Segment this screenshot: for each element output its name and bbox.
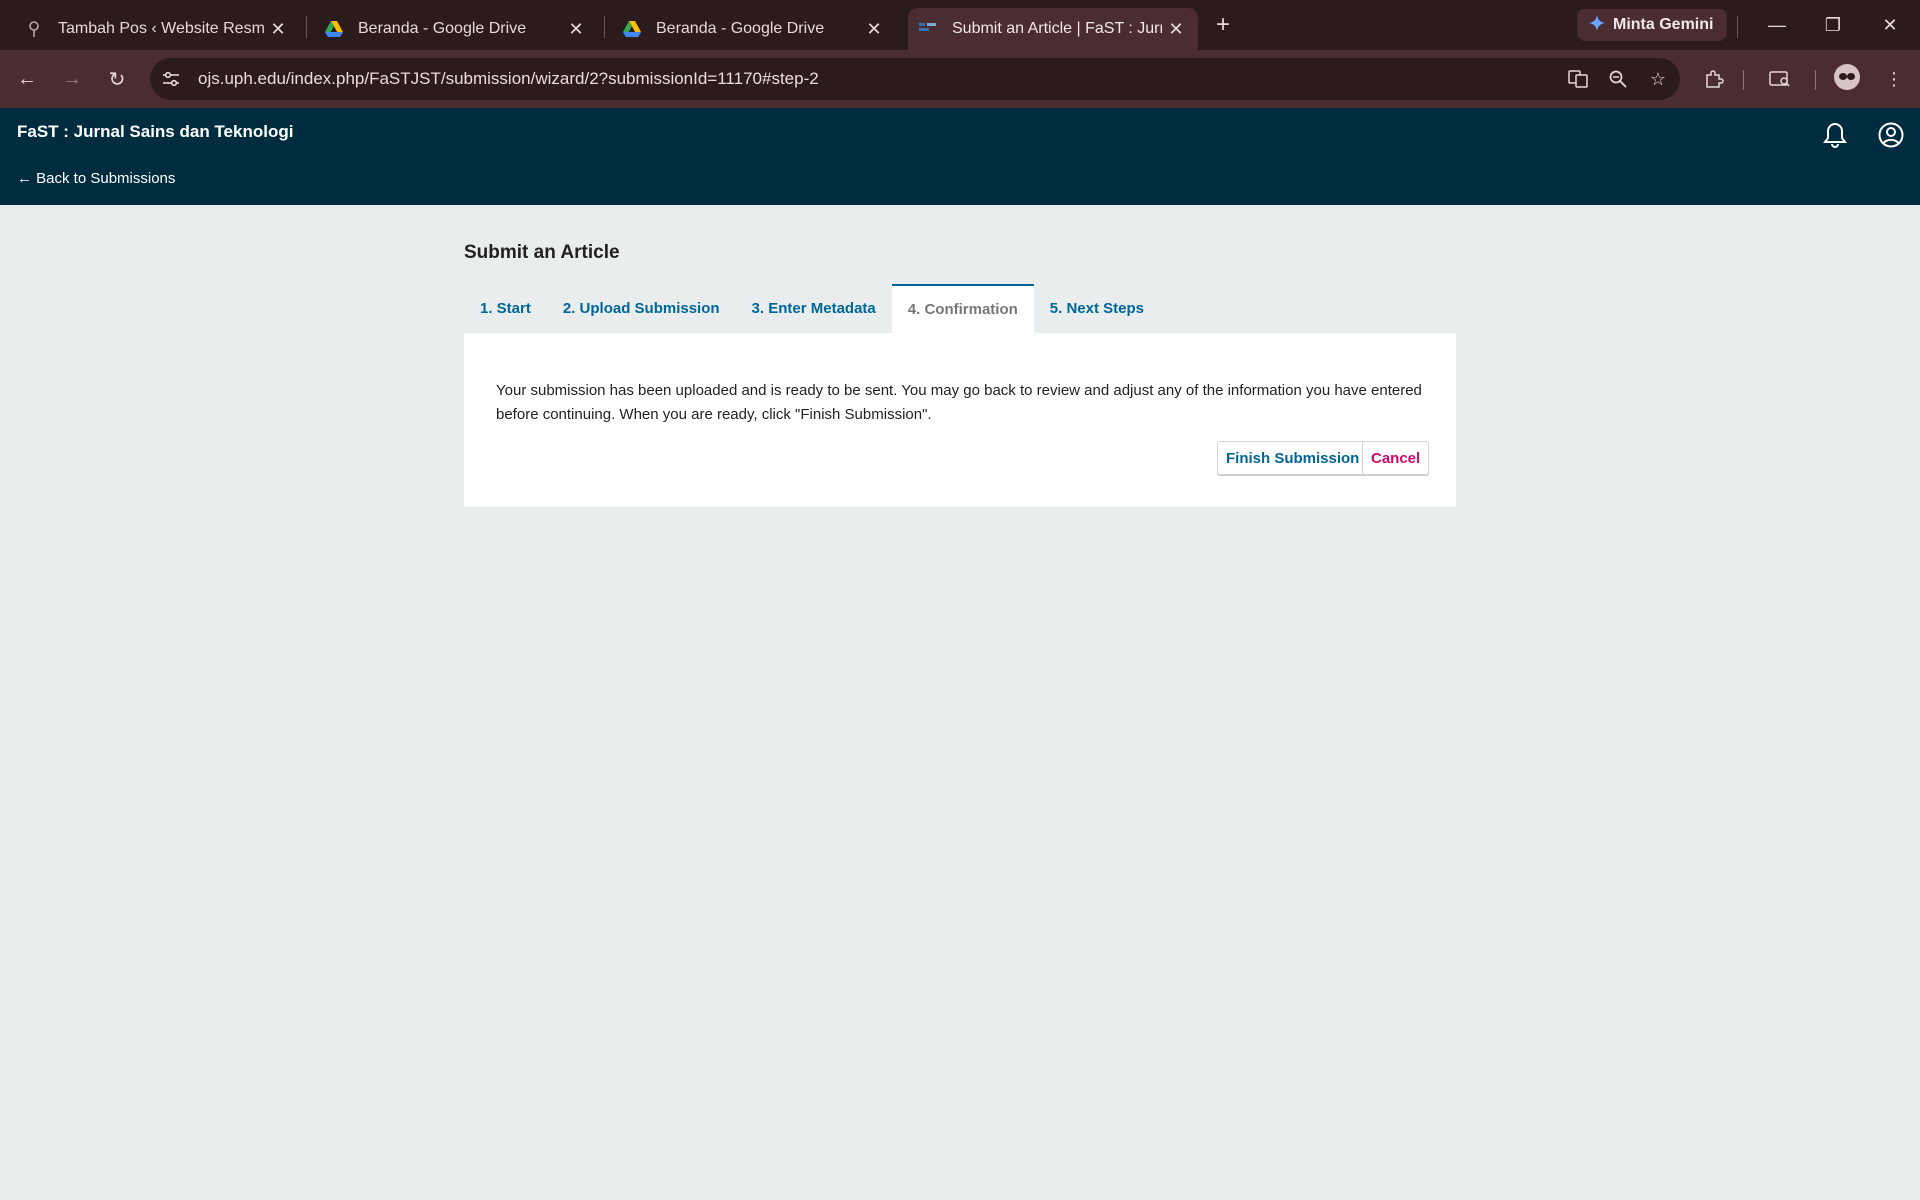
tab-enter-metadata[interactable]: 3. Enter Metadata xyxy=(736,284,892,333)
tab-close-icon[interactable]: ✕ xyxy=(860,15,888,43)
reading-mode-icon[interactable] xyxy=(1763,62,1797,96)
forward-arrow-icon[interactable]: → xyxy=(55,62,89,96)
extensions-icon[interactable] xyxy=(1697,62,1731,96)
toolbar-separator xyxy=(1743,70,1744,90)
restore-icon[interactable]: ❐ xyxy=(1813,8,1853,42)
site-settings-icon[interactable] xyxy=(154,62,188,96)
reload-icon[interactable]: ↻ xyxy=(100,62,134,96)
toolbar-separator xyxy=(1737,16,1738,38)
tab-title: Submit an Article | FaST : Jurnal xyxy=(952,20,1162,37)
gemini-label: Minta Gemini xyxy=(1613,16,1714,33)
tab-title: Beranda - Google Drive xyxy=(656,20,825,37)
browser-toolbar: ← → ↻ ojs.uph.edu/index.php/FaSTJST/subm… xyxy=(0,50,1920,108)
profile-avatar[interactable] xyxy=(1834,64,1860,90)
confirmation-message: Your submission has been uploaded and is… xyxy=(496,382,1422,423)
tab-close-icon[interactable]: ✕ xyxy=(264,15,292,43)
translate-icon[interactable] xyxy=(1560,61,1596,97)
tab-close-icon[interactable]: ✕ xyxy=(562,15,590,43)
google-drive-icon xyxy=(622,19,642,39)
tab-upload-submission[interactable]: 2. Upload Submission xyxy=(547,284,736,333)
cancel-button[interactable]: Cancel xyxy=(1362,441,1430,475)
browser-tab-1[interactable]: Tambah Pos ‹ Website Resmi PT ✕ xyxy=(0,8,300,50)
back-to-submissions-link[interactable]: ← Back to Submissions xyxy=(17,170,175,187)
kebab-menu-icon[interactable]: ⋮ xyxy=(1877,62,1911,96)
journal-title[interactable]: FaST : Jurnal Sains dan Teknologi xyxy=(17,122,293,142)
minimize-icon[interactable]: — xyxy=(1757,8,1797,42)
bell-icon[interactable] xyxy=(1820,120,1850,150)
tab-close-icon[interactable]: ✕ xyxy=(1162,15,1190,43)
address-bar[interactable]: ojs.uph.edu/index.php/FaSTJST/submission… xyxy=(150,58,1680,100)
finish-submission-button[interactable]: Finish Submission xyxy=(1217,441,1369,475)
back-arrow-icon[interactable]: ← xyxy=(10,62,44,96)
ojs-icon xyxy=(918,19,938,39)
browser-tab-3[interactable]: Beranda - Google Drive ✕ xyxy=(598,8,896,50)
toolbar-separator xyxy=(1815,70,1816,90)
gemini-button[interactable]: Minta Gemini xyxy=(1577,9,1728,41)
app-header: FaST : Jurnal Sains dan Teknologi ← Back… xyxy=(0,108,1920,205)
confirmation-panel: Your submission has been uploaded and is… xyxy=(464,333,1456,507)
new-tab-button[interactable]: + xyxy=(1208,10,1238,40)
tab-confirmation[interactable]: 4. Confirmation xyxy=(891,284,1034,333)
browser-tab-2[interactable]: Beranda - Google Drive ✕ xyxy=(300,8,598,50)
tab-title: Beranda - Google Drive xyxy=(358,20,527,37)
tab-next-steps[interactable]: 5. Next Steps xyxy=(1034,284,1160,333)
gemini-sparkle-icon xyxy=(1589,14,1605,36)
url-text[interactable]: ojs.uph.edu/index.php/FaSTJST/submission… xyxy=(198,69,1560,89)
tab-title: Tambah Pos ‹ Website Resmi PT xyxy=(58,20,264,37)
page-title: Submit an Article xyxy=(464,242,620,263)
close-window-icon[interactable]: ✕ xyxy=(1870,8,1910,42)
pin-icon xyxy=(24,19,44,39)
zoom-icon[interactable] xyxy=(1600,61,1636,97)
browser-tabstrip: Tambah Pos ‹ Website Resmi PT ✕ Beranda … xyxy=(0,0,1920,50)
bookmark-star-icon[interactable]: ☆ xyxy=(1640,61,1676,97)
browser-tab-4-active[interactable]: Submit an Article | FaST : Jurnal ✕ xyxy=(908,8,1198,50)
tab-start[interactable]: 1. Start xyxy=(464,284,547,333)
wizard-steps: 1. Start 2. Upload Submission 3. Enter M… xyxy=(464,284,1160,333)
google-drive-icon xyxy=(324,19,344,39)
user-account-icon[interactable] xyxy=(1876,120,1906,150)
